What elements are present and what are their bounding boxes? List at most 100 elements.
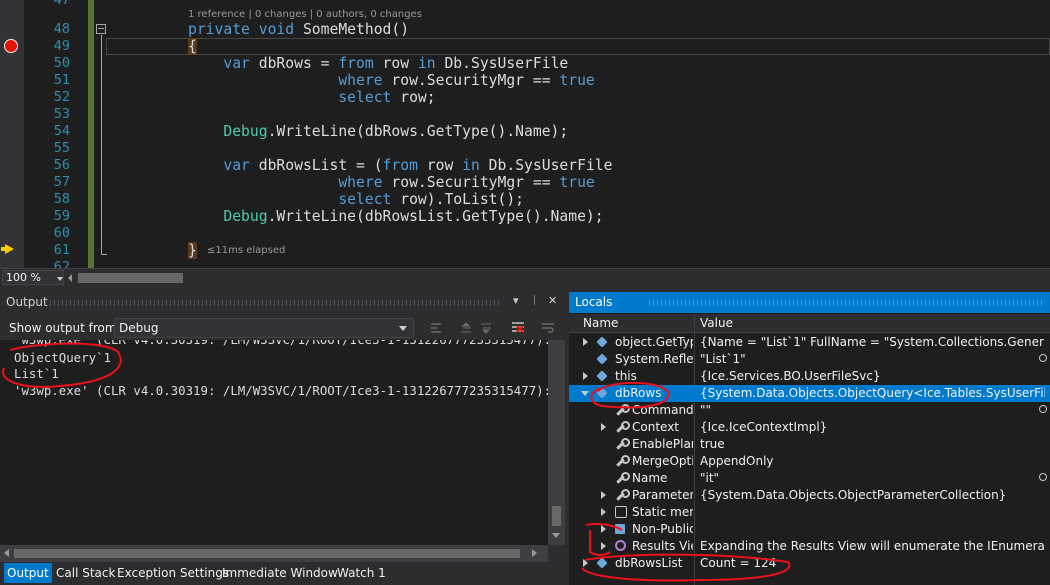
close-icon[interactable]: ✕	[548, 294, 557, 307]
expand-icon[interactable]	[601, 542, 606, 550]
tab-watch-1[interactable]: Watch 1	[334, 563, 389, 583]
keyword: var	[223, 55, 250, 72]
code-text: row).ToList();	[391, 191, 525, 208]
value-column-header[interactable]: Value	[700, 316, 733, 330]
expand-icon[interactable]	[601, 508, 606, 516]
code-line-50[interactable]: var dbRows = from row in Db.SysUserFile	[188, 55, 568, 72]
scroll-left-icon[interactable]	[68, 274, 72, 282]
expand-icon[interactable]	[601, 525, 606, 533]
open-brace: {	[188, 38, 197, 55]
expand-icon[interactable]	[601, 491, 606, 499]
type-name: Debug	[223, 208, 268, 225]
scroll-down-icon[interactable]	[552, 533, 560, 538]
tab-immediate-window[interactable]: Immediate Window	[219, 563, 341, 583]
tab-call-stack[interactable]: Call Stack	[53, 563, 118, 583]
editor-horizontal-scrollbar[interactable]	[78, 273, 183, 283]
next-message-icon[interactable]	[478, 320, 494, 336]
code-line-58[interactable]: select row).ToList();	[188, 191, 524, 208]
scroll-thumb[interactable]	[14, 549, 520, 558]
variable-name: System.Reflecti	[615, 352, 693, 366]
output-horizontal-scrollbar[interactable]	[0, 545, 548, 562]
code-line-56[interactable]: var dbRowsList = (from row in Db.SysUser…	[188, 157, 612, 174]
collapse-icon[interactable]	[581, 391, 589, 396]
expand-icon[interactable]	[601, 423, 606, 431]
expand-icon[interactable]	[583, 372, 588, 380]
output-source-value: Debug	[119, 321, 159, 335]
keyword: where	[338, 72, 383, 89]
code-line-57[interactable]: where row.SecurityMgr == true	[188, 174, 594, 191]
outline-guide-end	[101, 254, 107, 255]
panel-grip[interactable]	[50, 300, 500, 306]
magnifier-icon[interactable]	[1039, 405, 1047, 413]
clear-all-icon[interactable]	[510, 320, 526, 336]
locals-row[interactable]: Non-Public	[569, 521, 1050, 538]
locals-row[interactable]: object.GetType {Name = "List`1" FullName…	[569, 334, 1050, 351]
tab-output[interactable]: Output	[4, 563, 52, 583]
output-text-area[interactable]: 'w3wp.exe' (CLR v4.0.30319: /LM/W3SVC/1/…	[0, 340, 548, 545]
non-public-icon	[615, 524, 625, 534]
locals-row[interactable]: Static meml	[569, 504, 1050, 521]
scroll-right-icon[interactable]	[532, 549, 537, 557]
locals-row[interactable]: dbRowsList Count = 124	[569, 555, 1050, 572]
locals-row-selected[interactable]: dbRows {System.Data.Objects.ObjectQuery<…	[569, 385, 1050, 402]
scroll-thumb[interactable]	[552, 506, 561, 526]
magnifier-icon[interactable]	[1039, 473, 1047, 481]
variable-name: Results View	[632, 539, 693, 553]
locals-row[interactable]: MergeOptic AppendOnly	[569, 453, 1050, 470]
variable-value: Count = 124	[700, 556, 777, 570]
editor-status-strip: 100 %	[0, 268, 1050, 286]
locals-row[interactable]: EnablePlanC true	[569, 436, 1050, 453]
variable-name: MergeOptic	[632, 454, 693, 468]
collapse-toggle-icon[interactable]	[96, 24, 106, 34]
codelens-info[interactable]: 1 reference | 0 changes | 0 authors, 0 c…	[188, 9, 422, 20]
word-wrap-icon[interactable]	[540, 320, 556, 336]
code-line-51[interactable]: where row.SecurityMgr == true	[188, 72, 595, 89]
panel-menu-icon[interactable]: ▾	[513, 294, 519, 307]
code-line-54[interactable]: Debug.WriteLine(dbRows.GetType().Name);	[188, 123, 568, 140]
variable-value: "List`1"	[700, 352, 746, 366]
locals-row[interactable]: Parameters {System.Data.Objects.ObjectPa…	[569, 487, 1050, 504]
code-editor[interactable]: 47 48 49 50 51 52 53 54 55 56 57 58 59 6…	[0, 0, 1050, 268]
locals-row[interactable]: Results View Expanding the Results View …	[569, 538, 1050, 555]
zoom-dropdown[interactable]: 100 %	[2, 270, 64, 285]
variable-value: {System.Data.Objects.ObjectQuery<Ice.Tab…	[700, 386, 1045, 400]
chevron-down-icon	[57, 277, 63, 281]
code-line-48[interactable]: private void SomeMethod()	[188, 21, 409, 38]
previous-message-icon[interactable]	[458, 320, 474, 336]
magnifier-icon[interactable]	[1039, 354, 1047, 362]
code-line-49[interactable]: {	[188, 38, 197, 55]
keyword: true	[559, 72, 595, 89]
output-line: ObjectQuery`1	[14, 350, 111, 365]
current-statement-arrow-icon	[1, 244, 14, 254]
expand-icon[interactable]	[583, 338, 588, 346]
code-text: SomeMethod()	[294, 21, 410, 38]
output-source-select[interactable]: Debug	[114, 318, 414, 338]
line-number: 50	[53, 55, 70, 71]
line-number: 62	[53, 259, 70, 268]
panel-grip[interactable]	[649, 300, 1044, 306]
locals-row[interactable]: Context {Ice.IceContextImpl}	[569, 419, 1050, 436]
find-message-icon[interactable]	[428, 320, 444, 336]
name-column-header[interactable]: Name	[583, 316, 618, 330]
locals-row[interactable]: this {Ice.Services.BO.UserFileSvc}	[569, 368, 1050, 385]
scroll-left-icon[interactable]	[4, 549, 9, 557]
line-number: 61	[53, 242, 70, 258]
code-line-52[interactable]: select row;	[188, 89, 436, 106]
code-line-59[interactable]: Debug.WriteLine(dbRowsList.GetType().Nam…	[188, 208, 603, 225]
locals-row[interactable]: System.Reflecti "List`1"	[569, 351, 1050, 368]
code-line-61[interactable]: }	[188, 242, 197, 259]
code-text: row;	[391, 89, 436, 106]
tab-exception-settings[interactable]: Exception Settings	[114, 563, 232, 583]
show-output-label: Show output from:	[9, 321, 121, 335]
perf-tip-elapsed[interactable]: ≤11ms elapsed	[207, 245, 285, 256]
variable-name: CommandT	[632, 403, 693, 417]
pin-icon[interactable]: ᛁ	[531, 294, 538, 307]
output-vertical-scrollbar[interactable]	[548, 340, 565, 545]
expand-icon[interactable]	[583, 559, 588, 567]
change-tracking-bar	[88, 0, 94, 268]
breakpoint-icon[interactable]	[4, 39, 18, 53]
locals-row[interactable]: CommandT ""	[569, 402, 1050, 419]
locals-row[interactable]: Name "it"	[569, 470, 1050, 487]
output-line: 'w3wp.exe' (CLR v4.0.30319: /LM/W3SVC/1/…	[14, 340, 548, 348]
